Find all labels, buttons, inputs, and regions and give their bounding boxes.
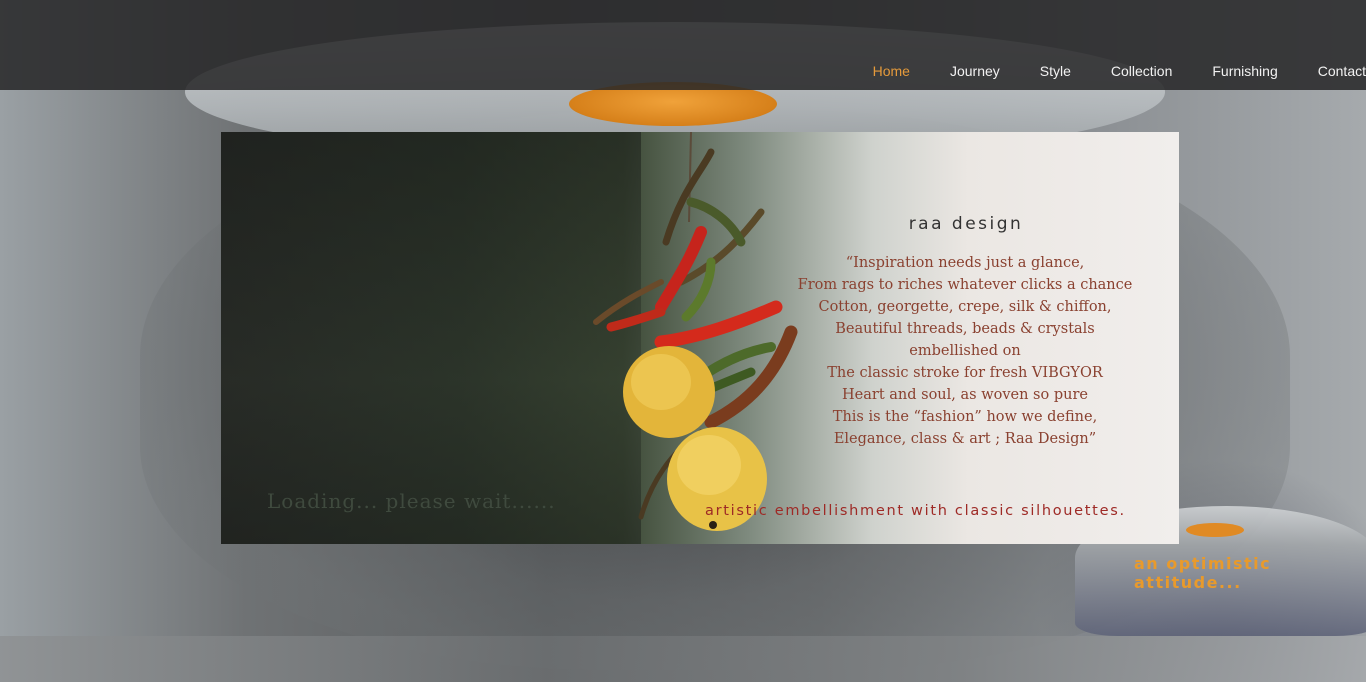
site-header: Home Journey Style Collection Furnishing… xyxy=(0,0,1366,90)
background-bottom-strip xyxy=(0,636,1366,682)
poem-line: Cotton, georgette, crepe, silk & chiffon… xyxy=(818,299,1112,315)
nav-item-furnishing[interactable]: Furnishing xyxy=(1192,62,1297,82)
poem-line: “Inspiration needs just a glance, xyxy=(845,255,1085,271)
banner-tagline: artistic embellishment with classic silh… xyxy=(705,503,1126,519)
footer-tagline: an optimistic attitude... xyxy=(1134,554,1272,592)
nav-item-contact[interactable]: Contact xyxy=(1298,62,1366,82)
poem-line: This is the “fashion” how we define, xyxy=(832,409,1098,425)
hero-banner: Loading... please wait...... raa design … xyxy=(221,132,1179,544)
background-small-drum-knob xyxy=(1186,523,1244,537)
main-nav: Home Journey Style Collection Furnishing… xyxy=(853,62,1366,82)
poem-line: Heart and soul, as woven so pure xyxy=(842,387,1088,403)
poem-text: “Inspiration needs just a glance, From r… xyxy=(781,252,1149,450)
loading-text: Loading... please wait...... xyxy=(267,489,556,513)
poem-line: embellished on xyxy=(909,343,1021,359)
poem-line: From rags to riches whatever clicks a ch… xyxy=(797,277,1133,293)
brand-title: raa design xyxy=(908,214,1024,234)
poem-line: The classic stroke for fresh VIBGYOR xyxy=(827,365,1103,381)
nav-item-journey[interactable]: Journey xyxy=(930,62,1020,82)
nav-item-collection[interactable]: Collection xyxy=(1091,62,1192,82)
poem-line: Elegance, class & art ; Raa Design” xyxy=(833,431,1097,447)
nav-item-home[interactable]: Home xyxy=(853,62,930,82)
poem-line: Beautiful threads, beads & crystals xyxy=(835,321,1095,337)
nav-item-style[interactable]: Style xyxy=(1020,62,1091,82)
